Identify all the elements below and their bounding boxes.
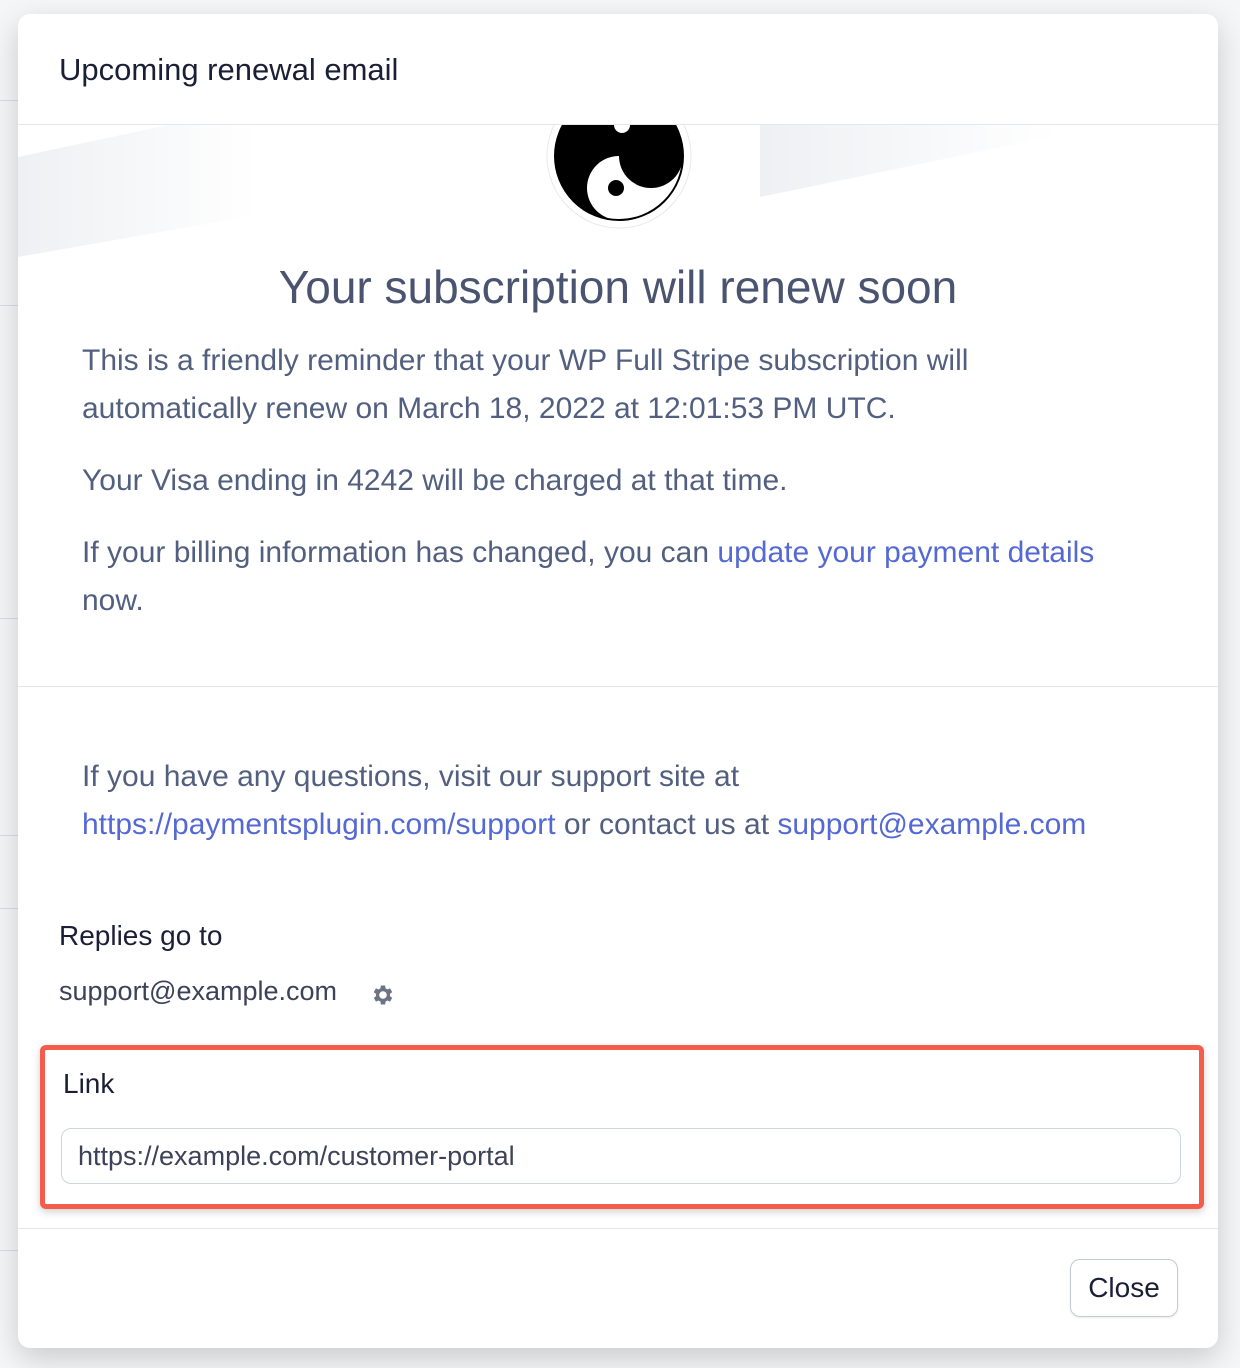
modal-header: Upcoming renewal email bbox=[18, 14, 1218, 125]
email-preview[interactable]: Your subscription will renew soon This i… bbox=[18, 125, 1218, 883]
modal-title: Upcoming renewal email bbox=[59, 52, 399, 87]
gear-icon[interactable] bbox=[370, 982, 396, 1008]
close-button[interactable]: Close bbox=[1070, 1259, 1178, 1317]
support-paragraph: If you have any questions, visit our sup… bbox=[82, 753, 1142, 849]
preview-divider bbox=[18, 686, 1218, 687]
support-text: If you have any questions, visit our sup… bbox=[82, 760, 740, 793]
background-divider bbox=[0, 835, 18, 836]
replies-label: Replies go to bbox=[59, 920, 223, 951]
card-paragraph: Your Visa ending in 4242 will be charged… bbox=[82, 464, 788, 497]
billing-paragraph: If your billing information has changed,… bbox=[82, 529, 1142, 625]
support-site-link[interactable]: https://paymentsplugin.com/support bbox=[82, 808, 556, 841]
yin-yang-logo-icon bbox=[546, 125, 692, 229]
renewal-email-modal: Upcoming renewal email Your subscription… bbox=[18, 14, 1218, 1348]
email-headline: Your subscription will renew soon bbox=[278, 261, 958, 313]
background-divider bbox=[0, 1250, 18, 1251]
support-email-link[interactable]: support@example.com bbox=[777, 808, 1086, 841]
link-input[interactable] bbox=[61, 1128, 1181, 1184]
billing-text-suffix: now. bbox=[82, 584, 144, 617]
decorative-shape bbox=[18, 125, 258, 257]
support-text-middle: or contact us at bbox=[555, 808, 778, 841]
link-field-highlight: Link bbox=[40, 1045, 1204, 1209]
reminder-paragraph: This is a friendly reminder that your WP… bbox=[82, 344, 969, 425]
background-divider bbox=[0, 100, 18, 101]
background-divider bbox=[0, 618, 18, 619]
update-payment-link[interactable]: update your payment details bbox=[717, 536, 1094, 569]
background-divider bbox=[0, 908, 18, 909]
link-label: Link bbox=[63, 1068, 115, 1099]
background-divider bbox=[0, 305, 18, 306]
replies-email: support@example.com bbox=[59, 976, 338, 1006]
modal-footer: Close bbox=[18, 1228, 1218, 1348]
decorative-shape bbox=[760, 125, 1060, 197]
billing-text: If your billing information has changed,… bbox=[82, 536, 718, 569]
